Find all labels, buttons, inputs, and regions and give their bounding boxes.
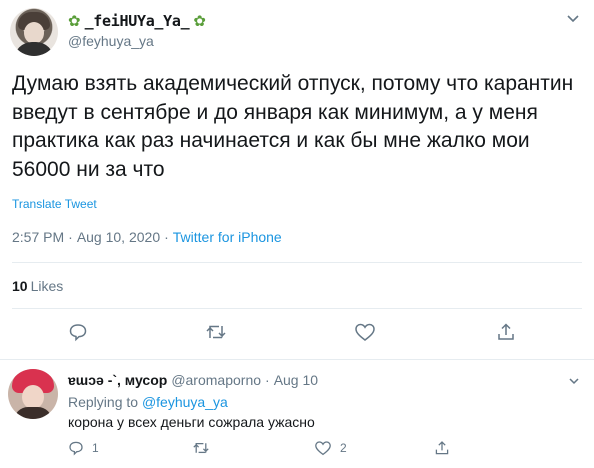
- divider: [12, 308, 582, 309]
- likes-count[interactable]: 10 Likes: [12, 278, 63, 294]
- avatar[interactable]: [10, 8, 58, 56]
- handle[interactable]: @feyhuya_ya: [68, 33, 154, 49]
- reply-button[interactable]: [66, 320, 90, 344]
- reply-icon: [69, 441, 83, 456]
- meta-separator: ·: [265, 372, 270, 388]
- avatar[interactable]: [8, 369, 58, 419]
- share-button[interactable]: [494, 320, 518, 344]
- tweet: ✿ _feiHUYa_Ya_ ✿ @feyhuya_ya Думаю взять…: [0, 0, 594, 360]
- reply-tweet[interactable]: ɐɯɔǝ -`, мусор @aromaporno · Aug 10 Repl…: [0, 361, 594, 468]
- leaf-icon: ✿: [68, 12, 81, 30]
- retweet-icon: [193, 442, 209, 454]
- tweet-actions: [0, 320, 594, 348]
- retweet-icon: [206, 325, 226, 339]
- meta-separator: ·: [164, 229, 169, 245]
- author-name-row[interactable]: ✿ _feiHUYa_Ya_ ✿: [68, 12, 206, 30]
- like-count: 2: [340, 441, 347, 455]
- meta-separator: ·: [68, 229, 73, 245]
- caret-down-icon[interactable]: [566, 12, 580, 26]
- share-icon: [435, 441, 449, 455]
- divider: [0, 359, 594, 360]
- like-icon: [355, 323, 375, 341]
- replying-to: Replying to @feyhuya_ya: [68, 394, 228, 410]
- like-button[interactable]: 2: [314, 440, 347, 456]
- reply-actions: 1 2: [68, 440, 568, 462]
- share-button[interactable]: [434, 440, 450, 456]
- reply-header: ɐɯɔǝ -`, мусор @aromaporno · Aug 10: [68, 372, 318, 388]
- reply-date[interactable]: Aug 10: [274, 372, 318, 388]
- replying-handle[interactable]: @feyhuya_ya: [142, 394, 228, 410]
- reply-text: корона у всех деньги сожрала ужасно: [68, 414, 315, 430]
- retweet-button[interactable]: [192, 440, 210, 456]
- reply-icon: [69, 324, 87, 342]
- reply-display-name[interactable]: ɐɯɔǝ -`, мусор: [68, 372, 167, 388]
- display-name[interactable]: _feiHUYa_Ya_: [85, 12, 190, 30]
- tweet-date[interactable]: Aug 10, 2020: [77, 229, 160, 245]
- likes-number: 10: [12, 278, 28, 294]
- tweet-time[interactable]: 2:57 PM: [12, 229, 64, 245]
- like-icon: [315, 441, 331, 456]
- replying-prefix: Replying to: [68, 394, 139, 410]
- divider: [12, 262, 582, 263]
- likes-label: Likes: [30, 278, 64, 294]
- reply-button[interactable]: 1: [68, 440, 99, 456]
- tweet-source[interactable]: Twitter for iPhone: [173, 229, 282, 245]
- retweet-button[interactable]: [204, 320, 228, 344]
- share-icon: [498, 323, 514, 340]
- caret-down-icon[interactable]: [568, 375, 580, 387]
- translate-link[interactable]: Translate Tweet: [12, 197, 97, 211]
- like-button[interactable]: [353, 320, 377, 344]
- reply-count: 1: [92, 441, 99, 455]
- tweet-meta: 2:57 PM · Aug 10, 2020 · Twitter for iPh…: [12, 229, 282, 245]
- tweet-text: Думаю взять академический отпуск, потому…: [12, 72, 574, 181]
- leaf-icon: ✿: [193, 12, 206, 30]
- reply-handle[interactable]: @aromaporno: [171, 372, 261, 388]
